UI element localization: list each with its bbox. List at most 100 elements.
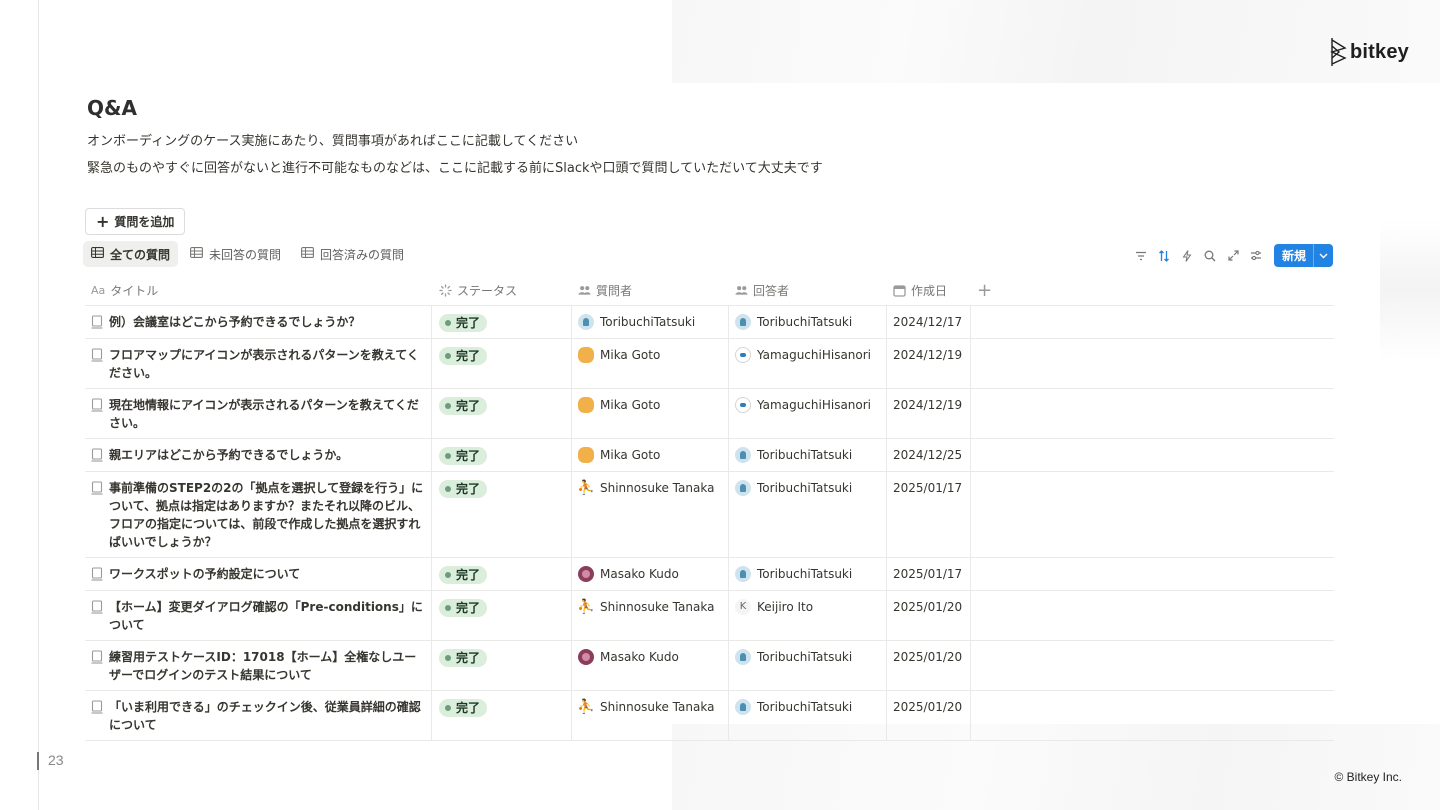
status-cell[interactable]: 完了 [432, 591, 572, 640]
date-cell[interactable]: 2024/12/19 [887, 339, 971, 388]
avatar [578, 397, 594, 413]
avatar [735, 397, 751, 413]
empty-cell [971, 691, 1334, 740]
status-cell[interactable]: 完了 [432, 558, 572, 590]
answerer-name: ToribuchiTatsuki [757, 700, 853, 714]
table-row[interactable]: 現在地情報にアイコンが表示されるパターンを教えてください。 完了 Mika Goto… [85, 389, 1334, 439]
answerer-cell[interactable]: YamaguchiHisanori [729, 339, 887, 388]
answerer-cell[interactable]: K Keijiro Ito [729, 591, 887, 640]
asker-cell[interactable]: Mika Goto [572, 339, 729, 388]
asker-cell[interactable]: Mika Goto [572, 439, 729, 471]
answerer-cell[interactable]: ToribuchiTatsuki [729, 439, 887, 471]
filter-icon[interactable] [1134, 249, 1148, 263]
asker-person: Mika Goto [578, 346, 722, 364]
title-cell[interactable]: 例）会議室はどこから予約できるでしょうか？ [85, 306, 432, 338]
status-cell[interactable]: 完了 [432, 641, 572, 690]
title-cell[interactable]: 事前準備のSTEP2の2の「拠点を選択して登録を行う」について、拠点は指定はあり… [85, 472, 432, 557]
column-header-title[interactable]: Aa タイトル [85, 276, 432, 305]
status-cell[interactable]: 完了 [432, 339, 572, 388]
view-tab-2[interactable]: 回答済みの質問 [293, 241, 412, 267]
date-cell[interactable]: 2025/01/17 [887, 558, 971, 590]
column-header-status[interactable]: ステータス [432, 276, 572, 305]
people-property-icon [735, 286, 748, 295]
answerer-cell[interactable]: ToribuchiTatsuki [729, 306, 887, 338]
status-dot-icon [445, 320, 451, 326]
asker-cell[interactable]: Masako Kudo [572, 558, 729, 590]
answerer-cell[interactable]: YamaguchiHisanori [729, 389, 887, 438]
date-cell[interactable]: 2025/01/20 [887, 591, 971, 640]
status-cell[interactable]: 完了 [432, 691, 572, 740]
table-row[interactable]: 「いま利用できる」のチェックイン後、従業員詳細の確認について 完了 ⛹ Shinnos… [85, 691, 1334, 741]
asker-cell[interactable]: ToribuchiTatsuki [572, 306, 729, 338]
date-cell[interactable]: 2025/01/20 [887, 641, 971, 690]
answerer-cell[interactable]: ToribuchiTatsuki [729, 691, 887, 740]
title-cell[interactable]: 現在地情報にアイコンが表示されるパターンを教えてください。 [85, 389, 432, 438]
column-header-answerer[interactable]: 回答者 [729, 276, 887, 305]
answerer-person: K Keijiro Ito [735, 598, 880, 616]
asker-person: Mika Goto [578, 446, 722, 464]
avatar [578, 447, 594, 463]
page-number-bar [37, 752, 39, 770]
asker-cell[interactable]: Masako Kudo [572, 641, 729, 690]
page-description-1: オンボーディングのケース実施にあたり、質問事項があればここに記載してください [87, 134, 579, 149]
add-question-button[interactable]: + 質問を追加 [85, 208, 186, 235]
column-header-asker[interactable]: 質問者 [572, 276, 729, 305]
empty-cell [971, 591, 1334, 640]
date-cell[interactable]: 2024/12/17 [887, 306, 971, 338]
table-row[interactable]: 事前準備のSTEP2の2の「拠点を選択して登録を行う」について、拠点は指定はあり… [85, 472, 1334, 558]
answerer-cell[interactable]: ToribuchiTatsuki [729, 558, 887, 590]
title-cell[interactable]: フロアマップにアイコンが表示されるパターンを教えてください。 [85, 339, 432, 388]
asker-cell[interactable]: ⛹ Shinnosuke Tanaka [572, 472, 729, 557]
status-cell[interactable]: 完了 [432, 439, 572, 471]
expand-icon[interactable] [1226, 249, 1240, 263]
date-cell[interactable]: 2025/01/20 [887, 691, 971, 740]
avatar: K [735, 599, 751, 615]
column-title-label: タイトル [110, 284, 159, 298]
date-cell[interactable]: 2025/01/17 [887, 472, 971, 557]
avatar [578, 314, 594, 330]
table-row[interactable]: ワークスポットの予約設定について 完了 Masako Kudo ToribuchiTa… [85, 558, 1334, 591]
answerer-person: ToribuchiTatsuki [735, 479, 880, 497]
answerer-person: ToribuchiTatsuki [735, 565, 880, 583]
status-cell[interactable]: 完了 [432, 306, 572, 338]
add-column-button[interactable]: + [971, 276, 1334, 305]
asker-person: ⛹ Shinnosuke Tanaka [577, 698, 722, 716]
table-row[interactable]: 練習用テストケースID：17018【ホーム】全権なしユーザーでログインのテスト結… [85, 641, 1334, 691]
title-cell[interactable]: ワークスポットの予約設定について [85, 558, 432, 590]
asker-cell[interactable]: ⛹ Shinnosuke Tanaka [572, 591, 729, 640]
answerer-cell[interactable]: ToribuchiTatsuki [729, 641, 887, 690]
new-record-button[interactable]: 新規 [1274, 244, 1334, 267]
lightning-icon[interactable] [1180, 249, 1194, 263]
view-tab-1[interactable]: 未回答の質問 [182, 241, 289, 267]
title-cell[interactable]: 【ホーム】変更ダイアログ確認の「Pre-conditions」について [85, 591, 432, 640]
asker-cell[interactable]: Mika Goto [572, 389, 729, 438]
add-question-label: 質問を追加 [114, 215, 175, 229]
asker-cell[interactable]: ⛹ Shinnosuke Tanaka [572, 691, 729, 740]
answerer-cell[interactable]: ToribuchiTatsuki [729, 472, 887, 557]
table-row[interactable]: 例）会議室はどこから予約できるでしょうか？ 完了 ToribuchiTatsuki T… [85, 306, 1334, 339]
title-cell[interactable]: 親エリアはどこから予約できるでしょうか。 [85, 439, 432, 471]
status-cell[interactable]: 完了 [432, 389, 572, 438]
asker-name: Mika Goto [600, 398, 661, 412]
table-row[interactable]: フロアマップにアイコンが表示されるパターンを教えてください。 完了 Mika Got… [85, 339, 1334, 389]
settings-sliders-icon[interactable] [1249, 249, 1263, 263]
sort-icon[interactable] [1157, 249, 1171, 263]
date-cell[interactable]: 2024/12/19 [887, 389, 971, 438]
status-dot-icon [445, 572, 451, 578]
view-tab-0[interactable]: 全ての質問 [83, 241, 179, 267]
table-row[interactable]: 【ホーム】変更ダイアログ確認の「Pre-conditions」について 完了 ⛹ Sh… [85, 591, 1334, 641]
status-label: 完了 [456, 651, 481, 665]
title-cell[interactable]: 「いま利用できる」のチェックイン後、従業員詳細の確認について [85, 691, 432, 740]
view-tab-label: 未回答の質問 [209, 247, 282, 262]
chevron-down-icon[interactable] [1313, 244, 1333, 267]
search-icon[interactable] [1203, 249, 1217, 263]
questions-table: Aa タイトル ステータス 質問者 回答者 作成日 + 例）会議室はどこから予約… [85, 276, 1334, 741]
date-cell[interactable]: 2024/12/25 [887, 439, 971, 471]
asker-person: ⛹ Shinnosuke Tanaka [577, 598, 722, 616]
table-row[interactable]: 親エリアはどこから予約できるでしょうか。 完了 Mika Goto Toribuchi… [85, 439, 1334, 472]
title-cell[interactable]: 練習用テストケースID：17018【ホーム】全権なしユーザーでログインのテスト結… [85, 641, 432, 690]
empty-cell [971, 389, 1334, 438]
status-cell[interactable]: 完了 [432, 472, 572, 557]
column-header-date[interactable]: 作成日 [887, 276, 971, 305]
text-property-icon: Aa [91, 284, 106, 297]
